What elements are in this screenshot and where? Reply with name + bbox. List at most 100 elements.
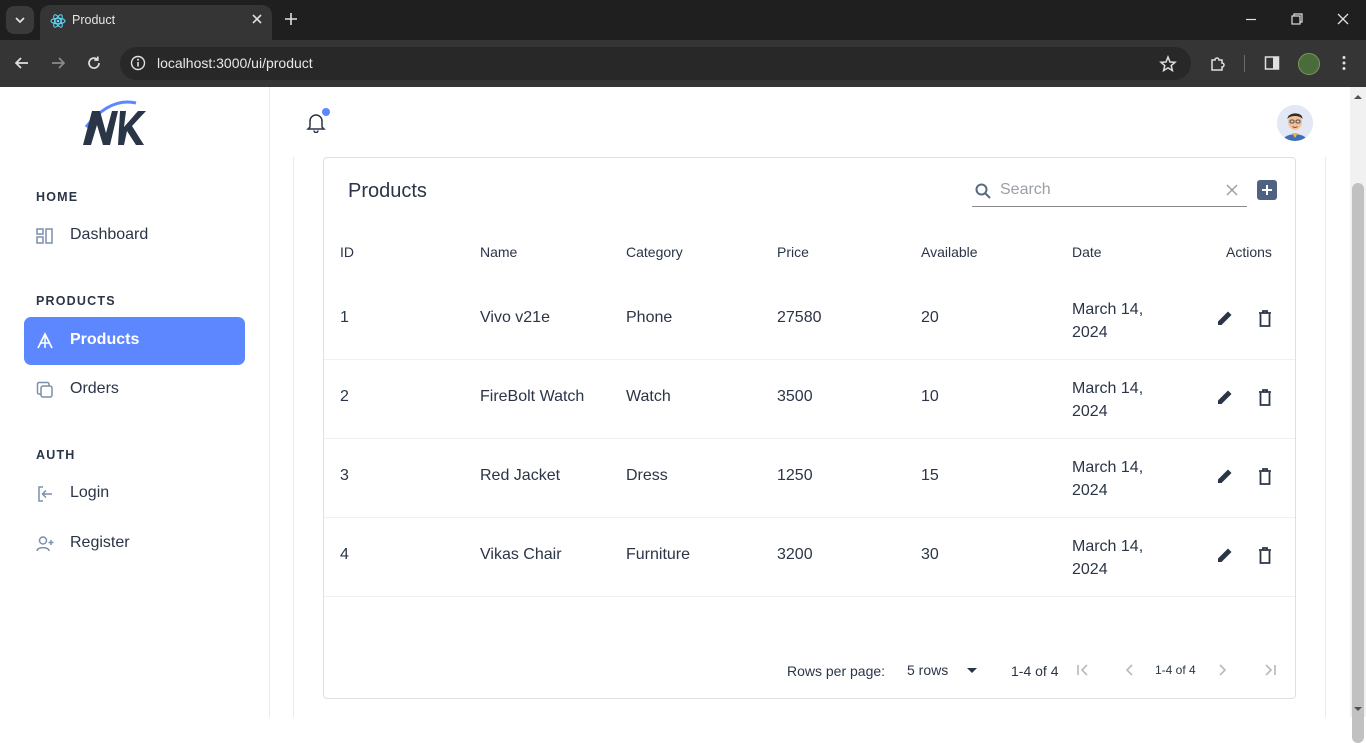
cell-available: 10 [921, 388, 939, 405]
date-line: 2024 [1072, 403, 1108, 420]
cell-available: 30 [921, 546, 939, 563]
product-icon [37, 332, 53, 349]
sidebar-item-label: Orders [70, 380, 119, 397]
column-header-category[interactable]: Category [626, 244, 683, 260]
delete-icon[interactable] [1255, 466, 1275, 486]
register-icon [36, 536, 54, 552]
date-line: 2024 [1072, 324, 1108, 341]
cell-price: 27580 [777, 309, 822, 326]
delete-icon[interactable] [1255, 545, 1275, 565]
user-avatar[interactable] [1277, 105, 1313, 141]
plus-icon [1262, 185, 1272, 195]
react-favicon-icon [50, 14, 66, 28]
date-line: 2024 [1072, 561, 1108, 578]
sidebar-item-label: Register [70, 534, 130, 551]
cell-date: March 14, 2024 [1072, 298, 1162, 344]
cell-price: 1250 [777, 467, 813, 484]
search-input[interactable] [1000, 178, 1210, 202]
url-text: localhost:3000/ui/product [157, 55, 313, 71]
notification-dot [322, 108, 330, 116]
cell-id: 3 [340, 467, 349, 484]
last-page-icon[interactable] [1261, 661, 1279, 679]
previous-page-icon[interactable] [1121, 661, 1139, 679]
column-header-available[interactable]: Available [921, 244, 978, 260]
table-row: 3 Red Jacket Dress 1250 15 March 14, 2024 [324, 438, 1295, 518]
cell-available: 20 [921, 309, 939, 326]
sidebar-item-orders[interactable]: Orders [24, 366, 245, 414]
edit-icon[interactable] [1215, 308, 1235, 328]
next-page-icon[interactable] [1213, 661, 1231, 679]
cell-id: 4 [340, 546, 349, 563]
search-field[interactable] [972, 176, 1247, 207]
table-row: 4 Vikas Chair Furniture 3200 30 March 14… [324, 517, 1295, 597]
extensions-icon[interactable] [1209, 54, 1227, 72]
orders-icon [36, 381, 53, 398]
cell-date: March 14, 2024 [1072, 535, 1162, 581]
sidebar-item-register[interactable]: Register [24, 520, 245, 568]
reload-icon[interactable] [85, 54, 103, 72]
cell-date: March 14, 2024 [1072, 456, 1162, 502]
restore-icon[interactable] [1289, 11, 1305, 27]
products-card: Products ID Name Category Price Availabl… [323, 157, 1296, 699]
add-product-button[interactable] [1257, 180, 1277, 200]
sidebar-item-products[interactable]: Products [24, 317, 245, 365]
browser-menu-icon[interactable] [1335, 54, 1353, 72]
address-bar[interactable]: localhost:3000/ui/product [120, 47, 1191, 80]
site-info-icon[interactable] [130, 55, 146, 71]
login-icon [38, 486, 52, 502]
cell-price: 3200 [777, 546, 813, 563]
scrollbar-thumb[interactable] [1352, 183, 1364, 743]
toolbar-divider [1244, 55, 1245, 72]
edit-icon[interactable] [1215, 466, 1235, 486]
close-tab-icon[interactable] [250, 12, 264, 26]
side-panel-icon[interactable] [1263, 54, 1281, 72]
cell-available: 15 [921, 467, 939, 484]
forward-icon[interactable] [49, 54, 67, 72]
cell-name: Vivo v21e [480, 309, 550, 326]
close-window-icon[interactable] [1335, 11, 1351, 27]
scroll-up-icon[interactable] [1350, 89, 1366, 105]
page-card-border-left [293, 157, 294, 717]
browser-tab[interactable]: Product [40, 5, 272, 40]
sidebar-item-label: Dashboard [70, 226, 149, 243]
sidebar: HOME Dashboard PRODUCTS Products Orders … [0, 87, 270, 717]
clear-search-icon[interactable] [1225, 183, 1239, 197]
column-header-date[interactable]: Date [1072, 244, 1102, 260]
cell-price: 3500 [777, 388, 813, 405]
profile-avatar[interactable] [1298, 53, 1320, 75]
search-icon [975, 183, 991, 199]
tab-search-button[interactable] [6, 6, 34, 34]
rows-per-page-select[interactable]: 5 rows [907, 662, 978, 678]
dashboard-icon [36, 228, 53, 244]
rows-per-page-label: Rows per page: [787, 663, 886, 679]
column-header-price[interactable]: Price [777, 244, 809, 260]
sidebar-item-login[interactable]: Login [24, 470, 245, 518]
logo[interactable] [80, 97, 150, 149]
edit-icon[interactable] [1215, 545, 1235, 565]
edit-icon[interactable] [1215, 387, 1235, 407]
sidebar-item-label: Products [70, 331, 140, 348]
cell-name: FireBolt Watch [480, 388, 585, 405]
minimize-icon[interactable] [1243, 11, 1259, 27]
cell-id: 1 [340, 309, 349, 326]
column-header-id[interactable]: ID [340, 244, 354, 260]
bookmark-star-icon[interactable] [1159, 55, 1177, 73]
avatar-image [1277, 105, 1313, 141]
page-card-border-right [1325, 157, 1326, 717]
chevron-down-icon [15, 17, 25, 24]
sidebar-item-dashboard[interactable]: Dashboard [24, 212, 245, 260]
browser-toolbar: localhost:3000/ui/product [0, 40, 1366, 87]
rows-per-page-value: 5 rows [907, 662, 949, 678]
column-header-name[interactable]: Name [480, 244, 517, 260]
date-line: March 14, [1072, 380, 1144, 397]
cell-category: Furniture [626, 546, 691, 563]
back-icon[interactable] [13, 54, 31, 72]
scroll-down-icon[interactable] [1350, 701, 1366, 717]
browser-tab-title: Product [72, 13, 116, 27]
cell-name: Vikas Chair [480, 546, 562, 563]
delete-icon[interactable] [1255, 308, 1275, 328]
page-scrollbar[interactable] [1350, 87, 1366, 743]
new-tab-icon[interactable] [282, 10, 300, 28]
delete-icon[interactable] [1255, 387, 1275, 407]
first-page-icon[interactable] [1074, 661, 1092, 679]
